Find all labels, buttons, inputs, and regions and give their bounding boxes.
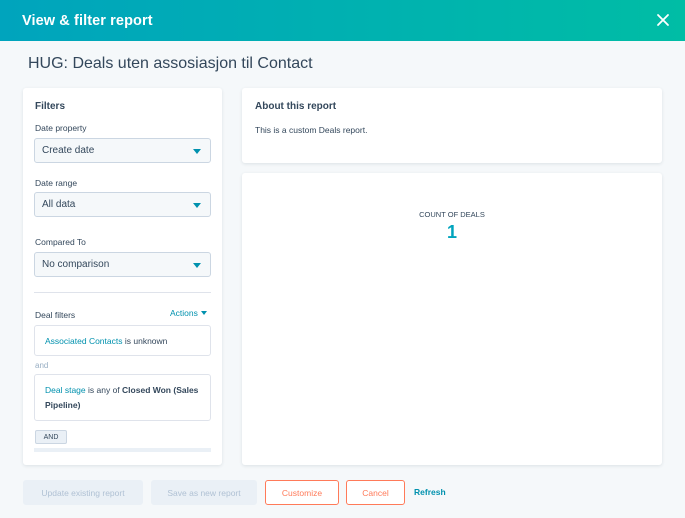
cancel-button[interactable]: Cancel bbox=[346, 480, 405, 505]
filter-operator: is any of bbox=[88, 385, 120, 395]
compared-to-select[interactable]: No comparison bbox=[34, 252, 211, 277]
report-title: HUG: Deals uten assosiasjon til Contact bbox=[28, 55, 313, 72]
chevron-down-icon bbox=[193, 149, 201, 154]
date-property-label: Date property bbox=[35, 123, 87, 133]
deal-filters-label: Deal filters bbox=[35, 310, 76, 320]
scroll-edge bbox=[34, 448, 211, 452]
filter-rule[interactable]: Associated Contacts is unknown bbox=[34, 325, 211, 356]
about-title: About this report bbox=[255, 101, 337, 112]
refresh-link[interactable]: Refresh bbox=[414, 487, 446, 497]
filters-heading: Filters bbox=[35, 101, 66, 112]
date-range-select[interactable]: All data bbox=[34, 192, 211, 217]
compared-to-label: Compared To bbox=[35, 237, 86, 247]
date-property-select[interactable]: Create date bbox=[34, 138, 211, 163]
and-button[interactable]: AND bbox=[35, 430, 67, 444]
chevron-down-icon bbox=[193, 263, 201, 268]
modal-title: View & filter report bbox=[22, 12, 153, 29]
filter-property[interactable]: Associated Contacts bbox=[45, 336, 122, 346]
chevron-down-icon bbox=[200, 311, 207, 315]
chevron-down-icon bbox=[193, 203, 201, 208]
metric-card: COUNT OF DEALS 1 bbox=[242, 173, 662, 465]
filter-operator: is unknown bbox=[124, 336, 168, 346]
save-as-new-report-button[interactable]: Save as new report bbox=[151, 480, 257, 505]
update-existing-report-button[interactable]: Update existing report bbox=[23, 480, 143, 505]
metric-label: COUNT OF DEALS bbox=[419, 210, 485, 219]
about-description: This is a custom Deals report. bbox=[255, 125, 368, 135]
modal-header: View & filter report bbox=[0, 0, 685, 41]
metric-value: 1 bbox=[446, 222, 457, 242]
actions-label: Actions bbox=[170, 308, 198, 318]
about-report-card: About this report This is a custom Deals… bbox=[242, 88, 662, 163]
customize-button[interactable]: Customize bbox=[265, 480, 339, 505]
filter-joiner: and bbox=[35, 361, 49, 370]
divider bbox=[34, 292, 211, 293]
actions-dropdown[interactable]: Actions bbox=[170, 308, 207, 318]
filter-property[interactable]: Deal stage bbox=[45, 385, 86, 395]
date-property-value: Create date bbox=[42, 145, 95, 156]
filters-panel: Filters Date property Create date Date r… bbox=[23, 88, 222, 465]
compared-to-value: No comparison bbox=[42, 259, 110, 270]
date-range-value: All data bbox=[42, 199, 76, 210]
filter-rule[interactable]: Deal stage is any of Closed Won (Sales P… bbox=[34, 374, 211, 421]
close-icon[interactable] bbox=[653, 10, 673, 30]
date-range-label: Date range bbox=[35, 178, 78, 188]
